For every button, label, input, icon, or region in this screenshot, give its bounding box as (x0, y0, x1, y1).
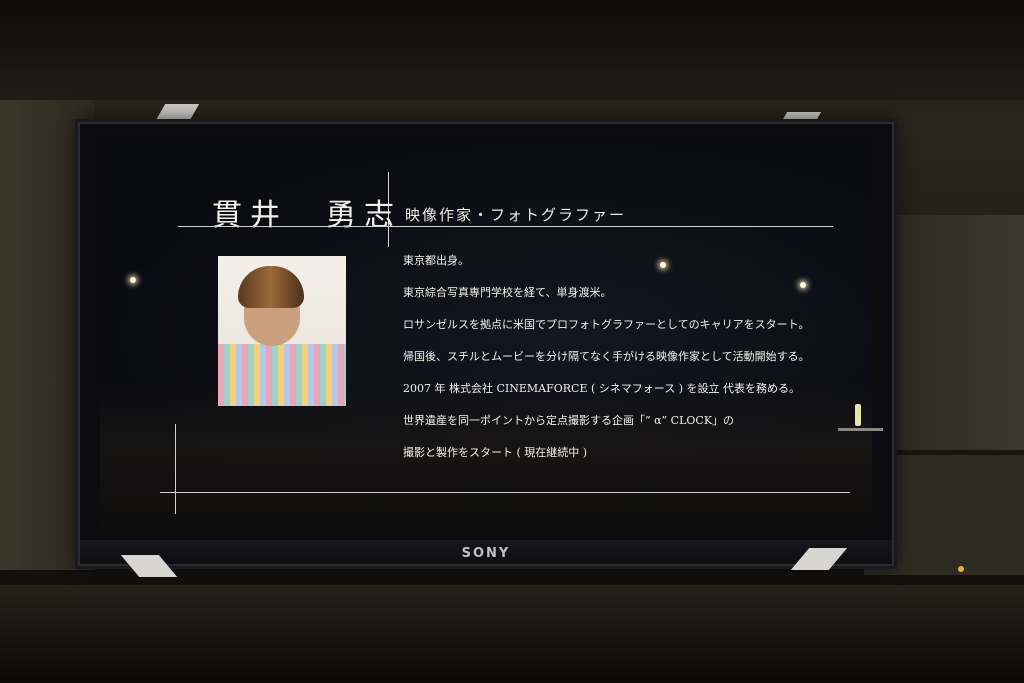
water-bottle (855, 404, 861, 426)
bio-line: 撮影と製作をスタート ( 現在継続中 ) (403, 446, 588, 459)
bio-line: 東京綜合写真専門学校を経て、単身渡米。 (403, 286, 612, 299)
tv-bezel: SONY (80, 540, 892, 564)
photo-shirt (218, 344, 346, 406)
footer-divider-horizontal (160, 492, 850, 493)
speaker-name: 貫井 勇志 (212, 198, 402, 233)
tv-brand-logo: SONY (461, 546, 511, 561)
television: 貫井 勇志 映像作家・フォトグラファー 東京都出身。 東京綜合写真専門学校を経て… (78, 122, 894, 566)
bio-line: ロサンゼルスを拠点に米国でプロフォトグラファーとしてのキャリアをスタート。 (403, 318, 810, 331)
bio-line: 2007 年 株式会社 CINEMAFORCE ( シネマフォース ) を設立 … (403, 382, 801, 395)
speaker-bio: 東京都出身。 東京綜合写真専門学校を経て、単身渡米。 ロサンゼルスを拠点に米国で… (403, 253, 863, 477)
stage-light (130, 277, 136, 283)
side-table (838, 428, 883, 431)
bio-line: 世界遺産を同一ポイントから定点撮影する企画「” α” CLOCK」の (403, 414, 735, 427)
bio-line: 東京都出身。 (403, 254, 469, 267)
indicator-light (958, 566, 964, 572)
stage-floor (0, 585, 1024, 683)
speaker-photo (218, 256, 346, 406)
footer-divider-vertical (175, 424, 176, 514)
speaker-role: 映像作家・フォトグラファー (405, 206, 627, 224)
stage-wall-right (874, 215, 1024, 450)
photo-hair (238, 266, 304, 308)
bio-line: 帰国後、スチルとムービーを分け隔てなく手がける映像作家として活動開始する。 (403, 350, 810, 363)
title-underline (178, 226, 833, 227)
tv-mount-bracket-left (154, 104, 200, 122)
tv-screen: 貫井 勇志 映像作家・フォトグラファー 東京都出身。 東京綜合写真専門学校を経て… (100, 134, 872, 534)
ceiling (0, 0, 1024, 100)
